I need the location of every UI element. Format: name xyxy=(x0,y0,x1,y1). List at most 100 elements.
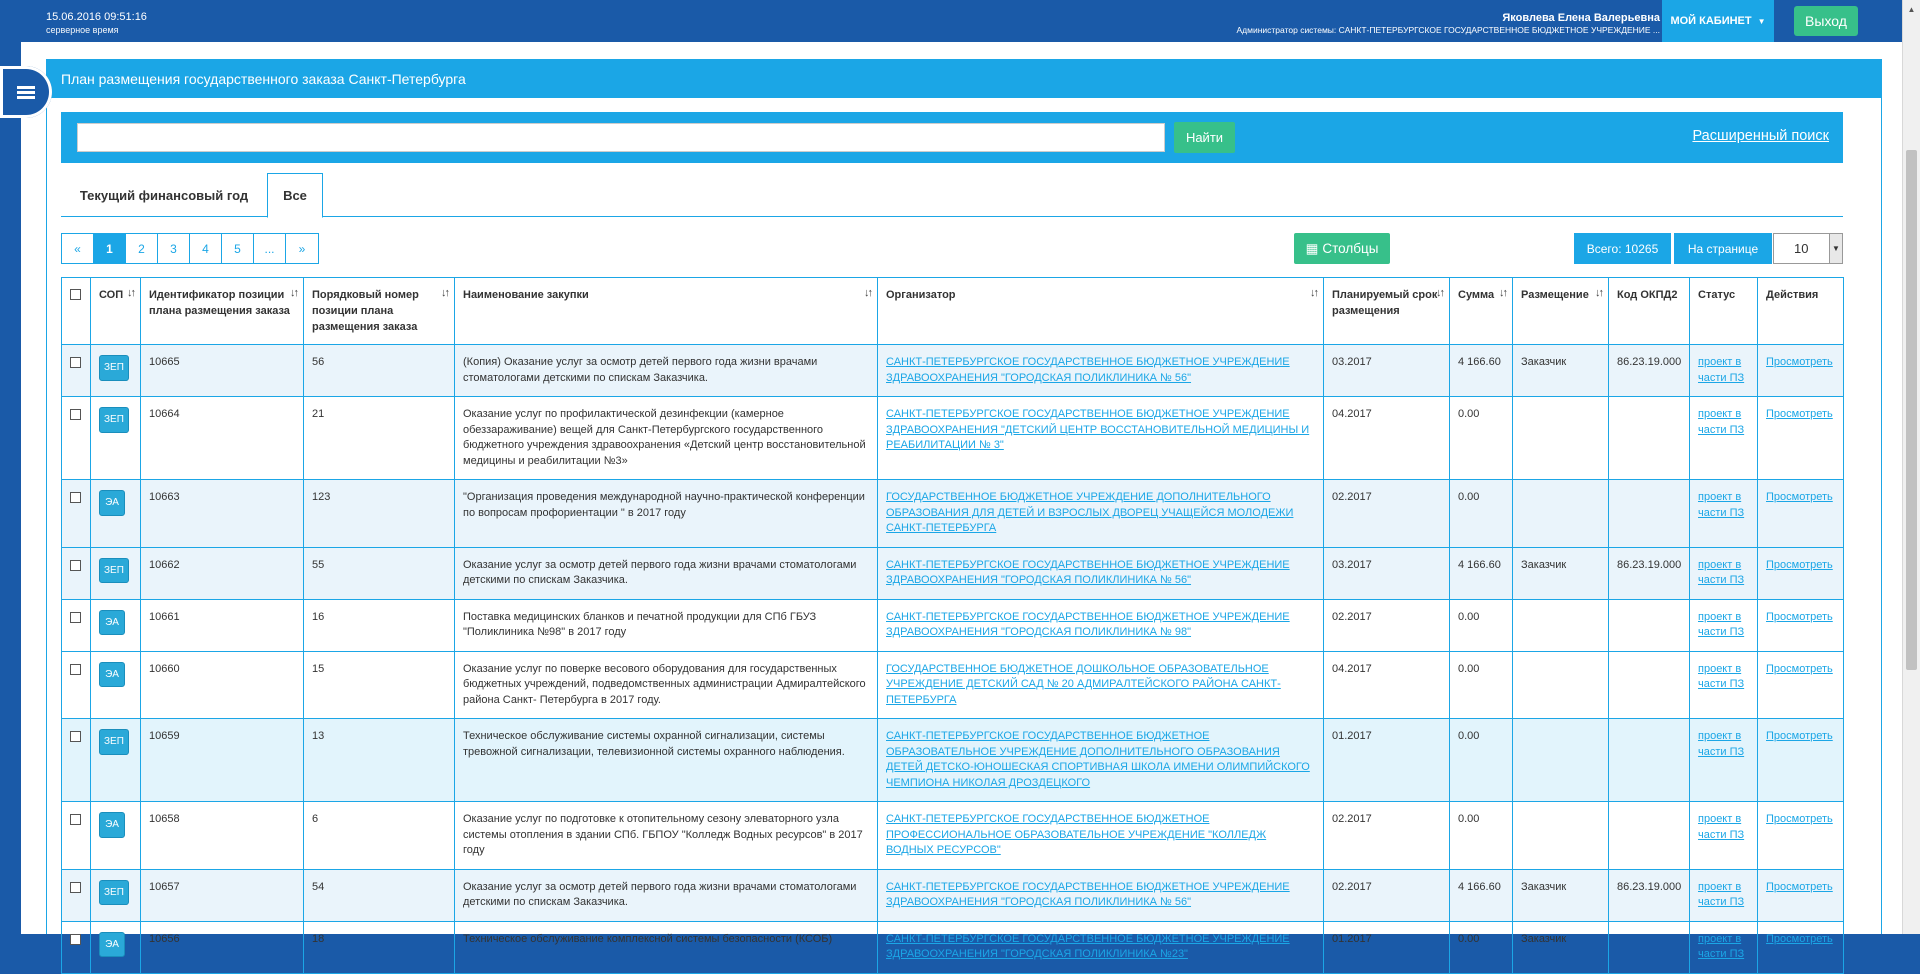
page-scrollbar[interactable]: ▲ xyxy=(1902,0,1920,934)
col-header-id[interactable]: Идентификатор позиции плана размещения з… xyxy=(140,277,304,345)
view-link[interactable]: Просмотреть xyxy=(1766,933,1833,945)
date-cell: 03.2017 xyxy=(1323,344,1450,397)
sop-badge[interactable]: ЗЕП xyxy=(99,355,129,381)
row-checkbox[interactable] xyxy=(70,933,81,945)
row-checkbox[interactable] xyxy=(70,611,81,623)
row-checkbox[interactable] xyxy=(70,492,81,503)
total-count: Всего: 10265 xyxy=(1574,233,1671,264)
sop-badge[interactable]: ЗЕП xyxy=(99,729,129,755)
view-link[interactable]: Просмотреть xyxy=(1766,663,1833,675)
organizer-link[interactable]: САНКТ-ПЕТЕРБУРГСКОЕ ГОСУДАРСТВЕННОЕ БЮДЖ… xyxy=(886,408,1309,451)
sop-badge[interactable]: ЭА xyxy=(99,661,125,687)
sop-badge[interactable]: ЭА xyxy=(99,812,125,838)
pager-page-4[interactable]: 4 xyxy=(190,234,222,263)
organizer-link[interactable]: САНКТ-ПЕТЕРБУРГСКОЕ ГОСУДАРСТВЕННОЕ БЮДЖ… xyxy=(886,356,1290,384)
status-link[interactable]: проект в части ПЗ xyxy=(1698,356,1744,384)
col-header-date[interactable]: Планируемый срок размещения ↓↑ xyxy=(1323,277,1450,345)
id-cell: 10656 xyxy=(140,920,304,974)
scroll-up-icon[interactable]: ▲ xyxy=(1903,0,1920,18)
organizer-link[interactable]: САНКТ-ПЕТЕРБУРГСКОЕ ГОСУДАРСТВЕННОЕ БЮДЖ… xyxy=(886,611,1290,639)
col-header-actions: Действия xyxy=(1757,277,1844,345)
per-page-select[interactable]: 10 ▼ xyxy=(1773,233,1843,264)
pagination: « 1 2 3 4 5 ... » xyxy=(61,233,319,264)
pager-first[interactable]: « xyxy=(62,234,94,263)
sop-badge[interactable]: ЭА xyxy=(99,490,125,516)
sop-cell: ЗЕП xyxy=(90,868,141,922)
per-page-label: На странице xyxy=(1674,233,1772,264)
row-checkbox[interactable] xyxy=(70,663,81,675)
organizer-link[interactable]: САНКТ-ПЕТЕРБУРГСКОЕ ГОСУДАРСТВЕННОЕ БЮДЖ… xyxy=(886,813,1266,856)
sort-icon: ↓↑ xyxy=(1595,287,1604,299)
col-header-org[interactable]: Организатор ↓↑ xyxy=(877,277,1324,345)
sum-cell: 0.00 xyxy=(1449,920,1513,974)
user-info: Яковлева Елена Валерьевна Администратор … xyxy=(1237,12,1661,36)
actions-cell: Просмотреть xyxy=(1757,868,1844,922)
menu-toggle-button[interactable] xyxy=(0,66,52,118)
view-link[interactable]: Просмотреть xyxy=(1766,813,1833,825)
view-link[interactable]: Просмотреть xyxy=(1766,611,1833,623)
search-input[interactable] xyxy=(77,123,1165,152)
scroll-thumb[interactable] xyxy=(1906,150,1917,670)
pager-page-1[interactable]: 1 xyxy=(94,234,126,263)
col-header-name[interactable]: Наименование закупки ↓↑ xyxy=(454,277,878,345)
actions-cell: Просмотреть xyxy=(1757,801,1844,870)
tab-current-year[interactable]: Текущий финансовый год xyxy=(61,173,267,217)
sop-badge[interactable]: ЭА xyxy=(99,609,125,635)
row-checkbox[interactable] xyxy=(70,559,81,571)
organizer-link[interactable]: САНКТ-ПЕТЕРБУРГСКОЕ ГОСУДАРСТВЕННОЕ БЮДЖ… xyxy=(886,881,1290,909)
select-arrow-icon: ▼ xyxy=(1829,234,1842,263)
view-link[interactable]: Просмотреть xyxy=(1766,559,1833,571)
id-cell: 10661 xyxy=(140,598,304,652)
view-link[interactable]: Просмотреть xyxy=(1766,730,1833,742)
pager-page-5[interactable]: 5 xyxy=(222,234,254,263)
row-checkbox[interactable] xyxy=(70,814,81,825)
status-link[interactable]: проект в части ПЗ xyxy=(1698,730,1744,758)
status-link[interactable]: проект в части ПЗ xyxy=(1698,559,1744,587)
col-header-sop[interactable]: СОП ↓↑ xyxy=(90,277,141,345)
status-link[interactable]: проект в части ПЗ xyxy=(1698,491,1744,519)
find-button[interactable]: Найти xyxy=(1174,122,1235,153)
organizer-link[interactable]: САНКТ-ПЕТЕРБУРГСКОЕ ГОСУДАРСТВЕННОЕ БЮДЖ… xyxy=(886,933,1290,961)
view-link[interactable]: Просмотреть xyxy=(1766,881,1833,893)
id-cell: 10659 xyxy=(140,718,304,802)
columns-button[interactable]: ▦ Столбцы xyxy=(1294,233,1390,264)
col-header-num[interactable]: Порядковый номер позиции плана размещени… xyxy=(303,277,455,345)
row-checkbox[interactable] xyxy=(70,357,81,368)
select-all-cell xyxy=(61,277,91,345)
actions-cell: Просмотреть xyxy=(1757,650,1844,719)
status-link[interactable]: проект в части ПЗ xyxy=(1698,933,1744,961)
organizer-link[interactable]: ГОСУДАРСТВЕННОЕ БЮДЖЕТНОЕ УЧРЕЖДЕНИЕ ДОП… xyxy=(886,491,1293,534)
row-checkbox[interactable] xyxy=(70,409,81,420)
sop-cell: ЗЕП xyxy=(90,718,141,802)
col-header-placement[interactable]: Размещение ↓↑ xyxy=(1512,277,1609,345)
status-link[interactable]: проект в части ПЗ xyxy=(1698,408,1744,436)
search-bar: Найти Расширенный поиск xyxy=(61,112,1843,163)
status-link[interactable]: проект в части ПЗ xyxy=(1698,881,1744,909)
organizer-link[interactable]: САНКТ-ПЕТЕРБУРГСКОЕ ГОСУДАРСТВЕННОЕ БЮДЖ… xyxy=(886,730,1310,789)
sop-badge[interactable]: ЗЕП xyxy=(99,407,129,433)
col-header-sum[interactable]: Сумма ↓↑ xyxy=(1449,277,1513,345)
sop-badge[interactable]: ЭА xyxy=(99,931,125,957)
sop-badge[interactable]: ЗЕП xyxy=(99,557,129,583)
my-cabinet-button[interactable]: МОЙ КАБИНЕТ ▼ xyxy=(1662,0,1774,42)
organizer-link[interactable]: ГОСУДАРСТВЕННОЕ БЮДЖЕТНОЕ ДОШКОЛЬНОЕ ОБР… xyxy=(886,663,1281,706)
sop-badge[interactable]: ЗЕП xyxy=(99,879,129,905)
tabs: Текущий финансовый год Все xyxy=(61,173,1843,218)
view-link[interactable]: Просмотреть xyxy=(1766,491,1833,503)
row-checkbox[interactable] xyxy=(70,731,81,742)
exit-button[interactable]: Выход xyxy=(1794,6,1858,36)
view-link[interactable]: Просмотреть xyxy=(1766,356,1833,368)
view-link[interactable]: Просмотреть xyxy=(1766,408,1833,420)
status-link[interactable]: проект в части ПЗ xyxy=(1698,611,1744,639)
advanced-search-link[interactable]: Расширенный поиск xyxy=(1692,128,1829,144)
pager-ellipsis[interactable]: ... xyxy=(254,234,286,263)
tab-all[interactable]: Все xyxy=(267,173,323,218)
row-checkbox[interactable] xyxy=(70,881,81,893)
pager-last[interactable]: » xyxy=(286,234,318,263)
select-all-checkbox[interactable] xyxy=(70,289,81,300)
status-link[interactable]: проект в части ПЗ xyxy=(1698,663,1744,691)
pager-page-3[interactable]: 3 xyxy=(158,234,190,263)
pager-page-2[interactable]: 2 xyxy=(126,234,158,263)
status-link[interactable]: проект в части ПЗ xyxy=(1698,813,1744,841)
organizer-link[interactable]: САНКТ-ПЕТЕРБУРГСКОЕ ГОСУДАРСТВЕННОЕ БЮДЖ… xyxy=(886,559,1290,587)
